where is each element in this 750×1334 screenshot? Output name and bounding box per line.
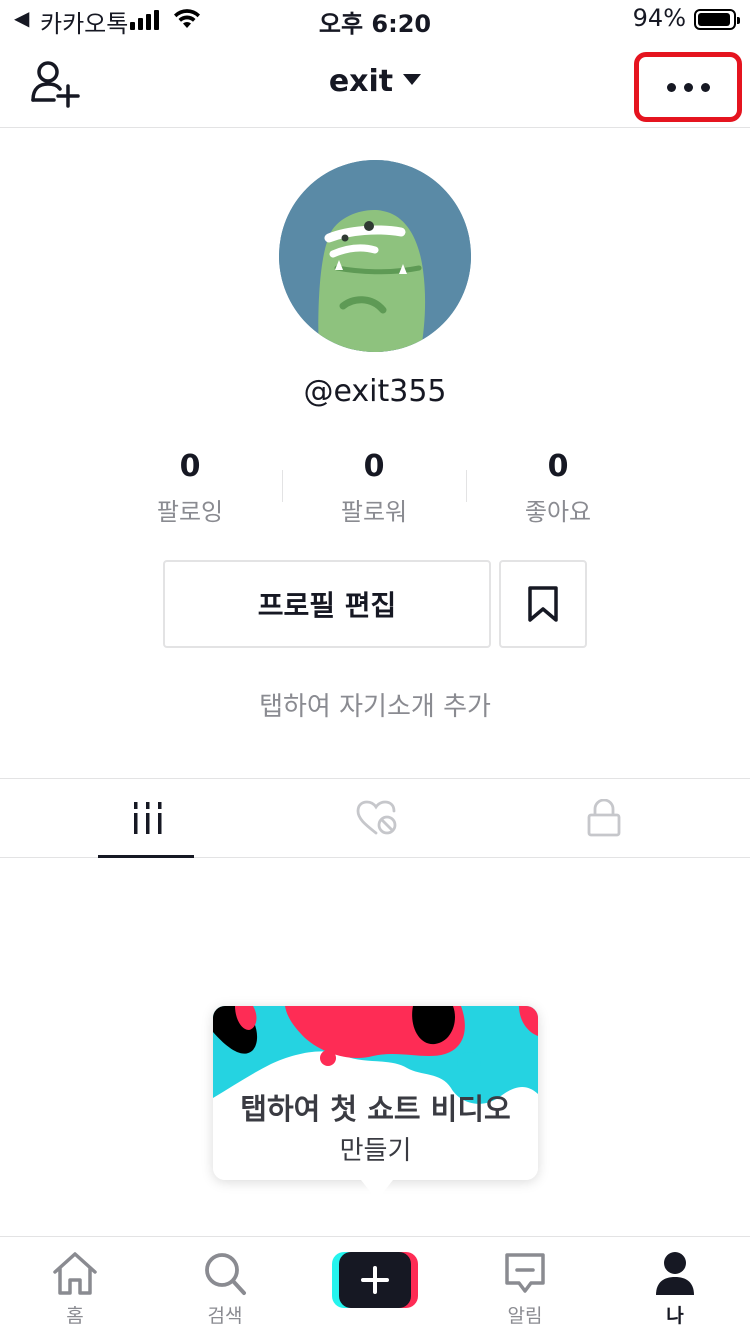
create-video-button[interactable] [332, 1252, 418, 1308]
bookmark-icon [528, 586, 558, 622]
nav-inbox-label: 알림 [507, 1305, 543, 1327]
plus-icon [361, 1266, 389, 1294]
tab-private[interactable] [458, 779, 750, 857]
home-icon [53, 1252, 97, 1295]
create-button-face [339, 1252, 411, 1308]
account-name: exit [328, 64, 394, 99]
edit-profile-button[interactable]: 프로필 편집 [163, 560, 491, 648]
more-options-button[interactable] [634, 52, 742, 122]
nav-home[interactable]: 홈 [0, 1237, 150, 1334]
liked-hidden-icon [356, 800, 397, 835]
tooltip-pointer [361, 1180, 393, 1200]
bio-placeholder[interactable]: 탭하여 자기소개 추가 [0, 686, 750, 723]
nav-profile-label: 나 [666, 1305, 684, 1327]
create-card-subtitle: 만들기 [339, 1136, 412, 1166]
status-bar: ◀ 카카오톡 오후 6:20 94% [0, 0, 750, 40]
search-icon [205, 1253, 246, 1295]
more-horizontal-icon [666, 82, 676, 92]
nav-home-label: 홈 [66, 1305, 84, 1327]
battery-icon [694, 9, 740, 30]
nav-inbox[interactable]: 알림 [450, 1237, 600, 1334]
followers-stat[interactable]: 0 팔로워 [282, 448, 466, 528]
followers-count: 0 [363, 449, 385, 484]
inbox-icon [505, 1253, 545, 1293]
following-count: 0 [179, 449, 201, 484]
likes-stat[interactable]: 0 좋아요 [466, 448, 650, 528]
bookmark-button[interactable] [499, 560, 587, 648]
grid-videos-icon [134, 802, 162, 834]
more-dot [700, 82, 710, 92]
profile-stats: 0 팔로잉 0 팔로워 0 좋아요 [98, 448, 650, 528]
username: @exit355 [303, 374, 447, 409]
following-stat[interactable]: 0 팔로잉 [98, 448, 282, 528]
avatar[interactable] [279, 160, 471, 352]
battery-percent: 94% [632, 4, 686, 32]
create-first-video-card[interactable]: 탭하여 첫 쇼트 비디오 만들기 [213, 1006, 538, 1200]
tab-liked[interactable] [296, 779, 458, 857]
nav-search-label: 검색 [207, 1305, 243, 1327]
likes-label: 좋아요 [524, 498, 592, 526]
nav-search[interactable]: 검색 [150, 1237, 300, 1334]
lock-icon [587, 799, 621, 837]
following-label: 팔로잉 [156, 498, 224, 526]
profile-tabs [0, 778, 750, 858]
battery-level [698, 13, 730, 26]
chevron-down-icon [403, 74, 422, 85]
nav-profile[interactable]: 나 [600, 1237, 750, 1334]
create-card-title: 탭하여 첫 쇼트 비디오 [240, 1092, 511, 1126]
tab-videos[interactable] [0, 779, 296, 858]
profile-header: exit [0, 40, 750, 128]
profile-icon [656, 1252, 694, 1295]
likes-count: 0 [547, 449, 569, 484]
followers-label: 팔로워 [340, 498, 408, 526]
more-dot [683, 82, 693, 92]
